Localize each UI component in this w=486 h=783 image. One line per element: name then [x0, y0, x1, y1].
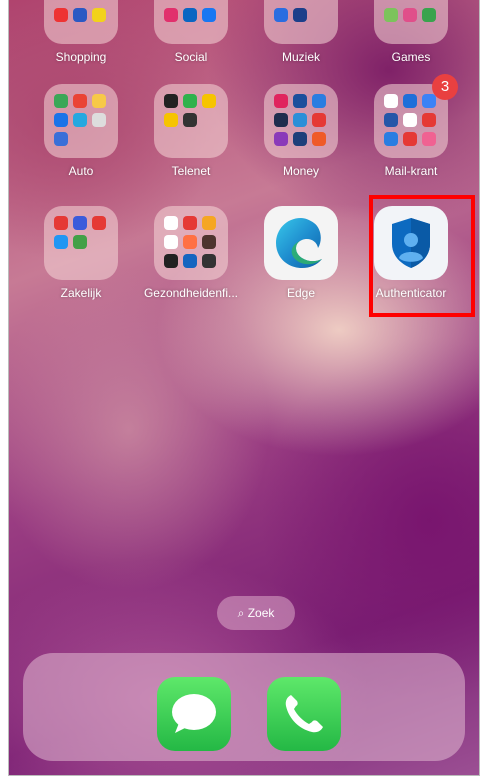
- folder-zakelijk[interactable]: Zakelijk: [31, 206, 131, 300]
- folder-auto[interactable]: Auto: [31, 84, 131, 178]
- folder-icon: [44, 206, 118, 280]
- folder-label: Gezondheidenfi...: [143, 286, 239, 300]
- messages-icon: [172, 694, 216, 733]
- folder-muziek[interactable]: Muziek: [251, 0, 351, 64]
- folder-icon: [374, 0, 448, 44]
- folder-icon: [44, 84, 118, 158]
- search-label: Zoek: [247, 606, 275, 620]
- folder-icon: [154, 84, 228, 158]
- folder-shopping[interactable]: Shopping: [31, 0, 131, 64]
- folder-icon: [264, 0, 338, 44]
- folder-icon: [264, 84, 338, 158]
- magnifier-icon: ⌕: [237, 606, 245, 620]
- folder-gezondheid[interactable]: Gezondheidenfi...: [141, 206, 241, 300]
- folder-label: Money: [282, 164, 320, 178]
- phone-icon: [285, 695, 323, 733]
- dock: [23, 653, 465, 761]
- folder-icon: 3: [374, 74, 458, 158]
- search-button[interactable]: ⌕ Zoek: [217, 596, 295, 630]
- folder-label: Shopping: [55, 50, 107, 64]
- folder-icon: [154, 206, 228, 280]
- phone-app[interactable]: [267, 677, 341, 751]
- folder-label: Telenet: [171, 164, 211, 178]
- messages-app[interactable]: [157, 677, 231, 751]
- folder-social[interactable]: Social: [141, 0, 241, 64]
- home-screen: Shopping Social Muziek Games Auto Telene…: [8, 0, 480, 776]
- app-edge[interactable]: Edge: [251, 206, 351, 300]
- folder-icon: [154, 0, 228, 44]
- folder-label: Auto: [68, 164, 94, 178]
- edge-icon: [264, 206, 338, 280]
- folder-label: Games: [391, 50, 431, 64]
- folder-label: Zakelijk: [60, 286, 102, 300]
- app-label: Edge: [286, 286, 316, 300]
- folder-label: Mail-krant: [384, 164, 438, 178]
- folder-label: Social: [174, 50, 208, 64]
- folder-icon: [44, 0, 118, 44]
- folder-telenet[interactable]: Telenet: [141, 84, 241, 178]
- folder-money[interactable]: Money: [251, 84, 351, 178]
- folder-label: Muziek: [281, 50, 320, 64]
- highlight-box: [369, 195, 475, 317]
- folder-mail-krant[interactable]: 3 Mail-krant: [361, 74, 461, 178]
- folder-games[interactable]: Games: [361, 0, 461, 64]
- notification-badge: 3: [432, 74, 458, 100]
